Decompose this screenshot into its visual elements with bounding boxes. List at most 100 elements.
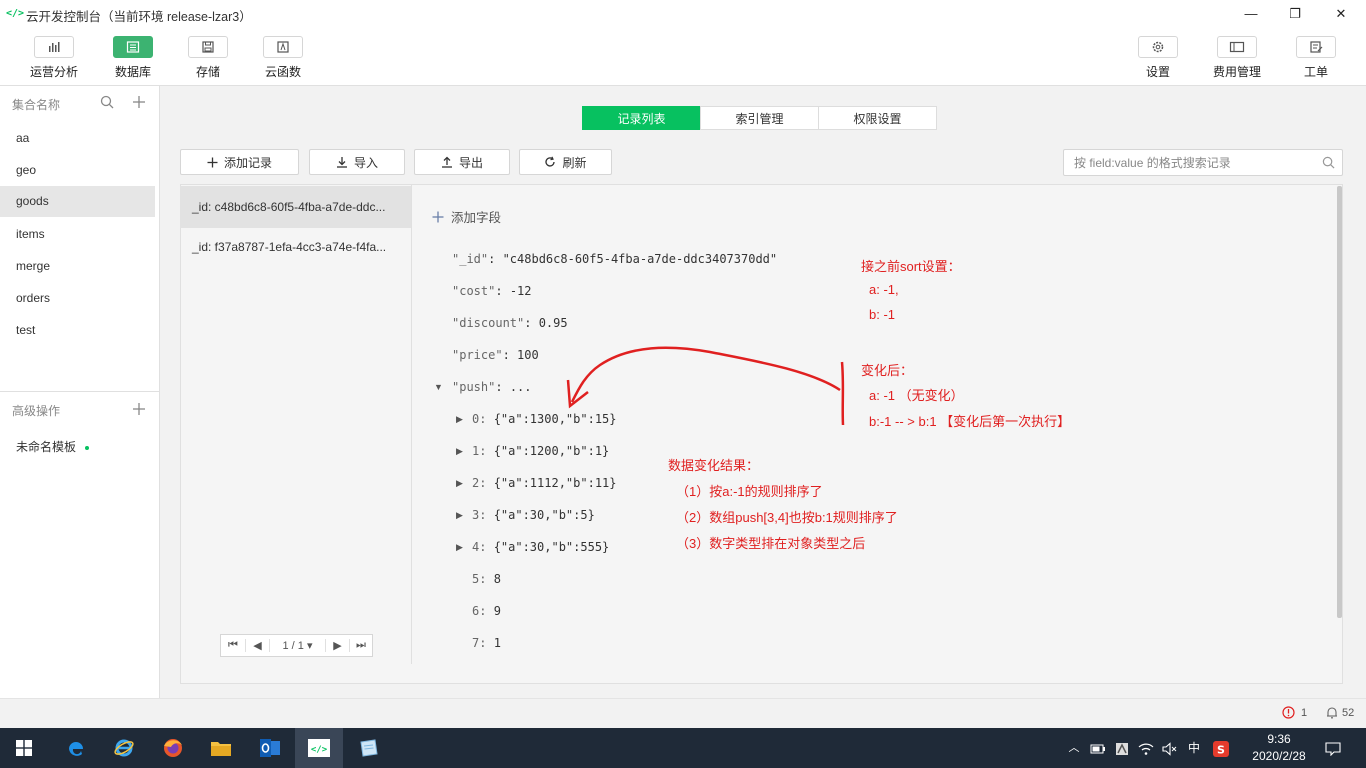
next-page-button[interactable]: ▶ <box>325 639 349 652</box>
toolbar-analytics-label: 运营分析 <box>29 65 78 79</box>
collapse-triangle-icon[interactable]: ▼ <box>434 382 443 392</box>
last-page-button[interactable]: ⏭ <box>349 639 372 652</box>
app-logo-icon: </> <box>6 8 25 19</box>
first-page-button[interactable]: ⏮ <box>221 639 245 652</box>
expand-triangle-icon[interactable]: ▶ <box>456 414 463 425</box>
toolbar-analytics[interactable]: 运营分析 <box>14 36 94 80</box>
array-value: 1 <box>493 636 501 650</box>
tab-indexes[interactable]: 索引管理 <box>700 106 819 130</box>
firefox-icon[interactable] <box>149 728 197 768</box>
field-row[interactable]: "price": 100 <box>452 348 539 362</box>
collection-item[interactable]: orders <box>0 283 155 314</box>
internet-explorer-icon[interactable] <box>100 728 148 768</box>
edge-browser-icon[interactable] <box>52 728 100 768</box>
outlook-icon[interactable] <box>246 728 294 768</box>
expand-triangle-icon[interactable]: ▶ <box>456 510 463 521</box>
annotation-before-b: b: -1 <box>869 307 896 322</box>
advanced-header: 高级操作 <box>12 404 61 418</box>
array-index: 3: <box>472 508 487 522</box>
field-value: 100 <box>517 348 539 362</box>
taskbar-clock[interactable]: 9:36 2020/2/28 <box>1244 731 1314 765</box>
array-item: 5: 8 <box>472 572 501 586</box>
notification-indicator[interactable]: 52 <box>1326 706 1354 719</box>
tab-records[interactable]: 记录列表 <box>582 106 701 130</box>
action-center-icon[interactable] <box>1322 728 1344 768</box>
array-item[interactable]: 4: {"a":30,"b":555} <box>472 540 609 554</box>
error-count: 1 <box>1301 706 1308 719</box>
file-explorer-icon[interactable] <box>197 728 245 768</box>
array-item[interactable]: 3: {"a":30,"b":5} <box>472 508 595 522</box>
search-icon[interactable] <box>100 95 114 112</box>
import-button[interactable]: 导入 <box>309 149 405 175</box>
tray-mute-icon[interactable] <box>1160 728 1180 768</box>
minimize-button[interactable]: — <box>1228 0 1274 28</box>
tray-ime-indicator[interactable]: 中 <box>1184 728 1204 768</box>
close-button[interactable]: ✕ <box>1318 0 1364 28</box>
array-item[interactable]: 1: {"a":1200,"b":1} <box>472 444 609 458</box>
array-item[interactable]: 2: {"a":1112,"b":11} <box>472 476 617 490</box>
page-select[interactable]: 1 / 1 ▾ <box>269 639 325 652</box>
export-button[interactable]: 导出 <box>414 149 510 175</box>
notepad-icon[interactable] <box>344 728 392 768</box>
tab-bar: 记录列表 索引管理 权限设置 <box>582 106 937 130</box>
toolbar-ticket[interactable]: 工单 <box>1276 36 1356 80</box>
toolbar-settings[interactable]: 设置 <box>1118 36 1198 80</box>
tray-sogou-icon[interactable]: S <box>1210 728 1232 768</box>
field-row[interactable]: "cost": -12 <box>452 284 532 298</box>
main-toolbar: 运营分析 数据库 存储 云函数 设置 费用管理 工单 <box>0 28 1366 86</box>
collection-item[interactable]: aa <box>0 123 155 154</box>
refresh-label: 刷新 <box>562 155 587 170</box>
windows-start-icon[interactable] <box>0 728 48 768</box>
record-item[interactable]: _id: f37a8787-1efa-4cc3-a74e-f4fa... <box>180 226 411 268</box>
record-item-selected[interactable]: _id: c48bd6c8-60f5-4fba-a7de-ddc... <box>180 186 411 228</box>
annotation-after-a: a: -1 （无变化） <box>869 388 964 403</box>
refresh-button[interactable]: 刷新 <box>519 149 612 175</box>
maximize-button[interactable]: ❐ <box>1272 0 1318 28</box>
database-icon <box>113 36 153 58</box>
tray-expand-icon[interactable]: ︿ <box>1064 728 1084 768</box>
error-indicator[interactable]: 1 <box>1282 706 1307 719</box>
tab-permissions[interactable]: 权限设置 <box>818 106 937 130</box>
field-key: "discount" <box>452 316 525 330</box>
field-row[interactable]: "discount": 0.95 <box>452 316 568 330</box>
add-collection-icon[interactable] <box>132 95 146 112</box>
expand-triangle-icon[interactable]: ▶ <box>456 446 463 457</box>
annotation-result-3: （3）数字类型排在对象类型之后 <box>676 536 866 551</box>
tray-app-icon[interactable] <box>1112 728 1132 768</box>
toolbar-database[interactable]: 数据库 <box>93 36 173 80</box>
sidebar: 集合名称 aa geo goods items merge orders tes… <box>0 86 160 698</box>
window-title: 云开发控制台（当前环境 release-lzar3） <box>26 10 252 24</box>
vertical-scrollbar[interactable] <box>1337 186 1342 618</box>
toolbar-ticket-label: 工单 <box>1303 65 1328 79</box>
add-template-icon[interactable] <box>132 402 146 419</box>
collection-item[interactable]: test <box>0 315 155 346</box>
expand-triangle-icon[interactable]: ▶ <box>456 542 463 553</box>
annotation-arrow <box>566 346 845 426</box>
add-record-button[interactable]: 添加记录 <box>180 149 299 175</box>
search-input[interactable] <box>1063 149 1343 176</box>
wechat-devtools-icon[interactable]: </> <box>295 728 343 768</box>
tray-battery-icon[interactable] <box>1088 728 1108 768</box>
field-value: ... <box>509 380 532 394</box>
field-row[interactable]: "push": ... <box>452 380 532 394</box>
collection-item-selected[interactable]: goods <box>0 186 155 217</box>
plus-icon <box>432 211 444 222</box>
sidebar-divider <box>0 391 159 392</box>
template-label: 未命名模板 <box>16 440 77 454</box>
expand-triangle-icon[interactable]: ▶ <box>456 478 463 489</box>
add-field-button[interactable]: 添加字段 <box>432 207 501 226</box>
toolbar-functions[interactable]: 云函数 <box>243 36 323 80</box>
template-item[interactable]: 未命名模板 <box>16 438 90 455</box>
toolbar-billing[interactable]: 费用管理 <box>1197 36 1277 80</box>
collection-item[interactable]: geo <box>0 155 155 186</box>
prev-page-button[interactable]: ◀ <box>245 639 269 652</box>
collection-item[interactable]: items <box>0 219 155 250</box>
status-bar: 1 52 <box>0 698 1366 728</box>
tray-wifi-icon[interactable] <box>1136 728 1156 768</box>
field-row[interactable]: "_id": "c48bd6c8-60f5-4fba-a7de-ddc34073… <box>452 252 777 266</box>
annotation-result-1: （1）按a:-1的规则排序了 <box>676 484 823 499</box>
bar-chart-icon <box>34 36 74 58</box>
toolbar-storage[interactable]: 存储 <box>168 36 248 80</box>
collection-item[interactable]: merge <box>0 251 155 282</box>
search-icon[interactable] <box>1322 156 1335 172</box>
